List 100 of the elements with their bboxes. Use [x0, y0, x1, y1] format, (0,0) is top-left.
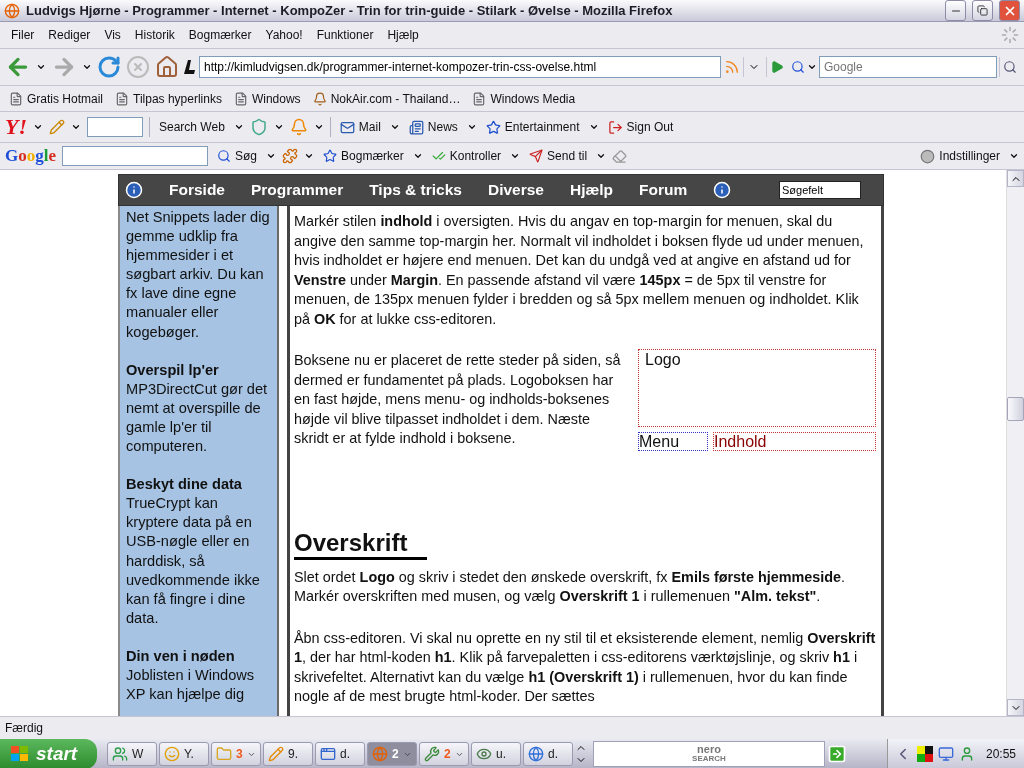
- dropdown-caret-icon[interactable]: [1009, 151, 1019, 161]
- paragraph: Markér stilen indhold i oversigten. Hvis du angav en top-margin for menuen, skal du angive den samme top-margin her. Normalt vil indholdet i boksen flyde ud under menuen, hvis indholdet er højere end menuen. Det kan du undgå ved at angive en afstand ud for Venstre under Margin. En passende afstand vil være 145px = de 5px til venstre for menuen, de 135px menuen fylder i bredden og så 5px mellem menuen og indholdet. Klik på OK for at lukke css-editoren.: [294, 212, 865, 329]
- home-icon[interactable]: [155, 55, 179, 79]
- dropdown-caret-icon[interactable]: [304, 151, 315, 161]
- nav-link[interactable]: Programmer: [251, 181, 344, 199]
- news-icon: [408, 119, 424, 135]
- toolbar-logo[interactable]: Y!: [5, 114, 27, 140]
- network-icon[interactable]: [937, 746, 954, 762]
- search-bar-logo: nero SEARCH: [593, 741, 825, 767]
- toolbar-search-field[interactable]: [62, 146, 208, 166]
- menu-item[interactable]: Vis: [98, 26, 127, 44]
- search-engine-icon[interactable]: [791, 60, 805, 74]
- toolbar-button[interactable]: News: [405, 119, 461, 135]
- firefox-icon: [372, 746, 388, 762]
- reload-icon[interactable]: [97, 55, 121, 79]
- nav-link[interactable]: Tips & tricks: [369, 181, 462, 199]
- toolbar-button[interactable]: Søg: [214, 149, 261, 163]
- dropdown-caret-icon[interactable]: [33, 122, 43, 132]
- menu-item[interactable]: Yahoo!: [259, 26, 309, 44]
- dropdown-caret-icon[interactable]: [273, 122, 284, 132]
- play-icon: [769, 60, 784, 74]
- toolbar-search-field[interactable]: [87, 117, 143, 137]
- menu-box: Menu: [638, 432, 708, 451]
- dropdown-caret-icon[interactable]: [412, 151, 423, 161]
- bell-icon: [312, 91, 327, 106]
- site-search-field[interactable]: Søgefelt: [779, 181, 861, 199]
- dropdown-caret-icon[interactable]: [466, 122, 477, 132]
- menu-item[interactable]: Historik: [128, 26, 181, 44]
- bookmark-item[interactable]: NokAir.com - Thailand…: [308, 91, 465, 106]
- status-text: Færdig: [5, 721, 43, 735]
- taskbar-button[interactable]: Y.: [159, 742, 209, 766]
- taskbar-button[interactable]: d.: [315, 742, 365, 766]
- pencil-icon: [268, 746, 284, 762]
- toolbar-button[interactable]: Kontroller: [428, 149, 505, 163]
- dropdown-caret-icon[interactable]: [510, 151, 521, 161]
- address-field[interactable]: http://kimludvigsen.dk/programmer-internet-kompozer-trin-css-ovelse.html: [199, 56, 721, 78]
- dropdown-caret-icon[interactable]: [588, 122, 599, 132]
- eraser-icon[interactable]: [612, 148, 628, 164]
- puzzle-icon[interactable]: [282, 148, 299, 164]
- dropdown-caret-icon[interactable]: [807, 62, 817, 72]
- taskbar-button[interactable]: W: [107, 742, 157, 766]
- taskbar-button[interactable]: d.: [523, 742, 573, 766]
- dropdown-caret-icon[interactable]: [313, 122, 324, 132]
- bookmark-item[interactable]: Gratis Hotmail: [5, 91, 107, 106]
- dropdown-caret-icon[interactable]: [596, 151, 607, 161]
- pencil-icon[interactable]: [49, 119, 65, 135]
- clock: 20:55: [985, 747, 1016, 761]
- restore-button[interactable]: [972, 0, 993, 21]
- menu-item[interactable]: Funktioner: [310, 26, 380, 44]
- window-icon: [320, 746, 336, 762]
- toolbar-button[interactable]: Send til: [526, 149, 591, 163]
- sidebar-heading: Overspil lp'er: [126, 360, 220, 380]
- bookmark-item[interactable]: Windows: [229, 91, 305, 106]
- shield-icon[interactable]: [249, 118, 268, 136]
- scroll-thumb[interactable]: [1007, 397, 1024, 421]
- toolbar-button[interactable]: Mail: [336, 119, 384, 135]
- taskbar-button[interactable]: u.: [471, 742, 521, 766]
- settings-button[interactable]: Indstillinger: [917, 148, 1003, 164]
- dropdown-caret-icon[interactable]: [36, 62, 46, 72]
- colored-squares-icon[interactable]: [916, 746, 933, 762]
- nav-link[interactable]: Hjælp: [569, 181, 613, 199]
- go-icon[interactable]: [827, 744, 847, 764]
- scroll-down-button[interactable]: [1007, 699, 1024, 716]
- alert-icon[interactable]: [289, 118, 308, 136]
- bookmark-item[interactable]: Tilpas hyperlinks: [111, 91, 226, 106]
- dropdown-caret-icon[interactable]: [71, 122, 81, 132]
- sidebar-text: Joblisten i Windows XP kan hjælpe dig: [126, 665, 256, 705]
- smiley-icon: [164, 746, 180, 762]
- nav-link[interactable]: Diverse: [487, 181, 544, 199]
- dropdown-caret-icon[interactable]: [233, 122, 244, 132]
- menu-item[interactable]: Bogmærker: [182, 26, 258, 44]
- sidebar-text: Net Snippets lader dig gemme udklip fra hjemmesider i et søgbart arkiv. Du kan fx lave dine egne manualer eller kogebøger.: [126, 208, 271, 342]
- mail-icon: [339, 119, 355, 135]
- search-field[interactable]: Google: [819, 56, 997, 78]
- menu-item[interactable]: Hjælp: [381, 26, 425, 44]
- page-icon: [472, 91, 487, 106]
- close-button[interactable]: [999, 0, 1020, 21]
- paragraph: Slet ordet Logo og skriv i stedet den ønskede overskrift, fx Emils første hjemmeside. Markér overskriften med musen, og vælg Overskrift 1 i rullemenuen "Alm. tekst".: [294, 567, 847, 606]
- menu-item[interactable]: Filer: [5, 26, 41, 44]
- menu-item[interactable]: Rediger: [42, 26, 97, 44]
- scroll-up-button[interactable]: [1007, 170, 1024, 187]
- taskbar-button[interactable]: 9.: [263, 742, 313, 766]
- send-icon: [529, 149, 544, 163]
- info-icon[interactable]: [713, 181, 732, 199]
- nav-link[interactable]: Forum: [639, 181, 688, 199]
- nav-link[interactable]: Forside: [169, 181, 225, 199]
- toolbar-button[interactable]: Entertainment: [482, 119, 583, 135]
- logo-box: Logo: [638, 349, 876, 427]
- toolbar-button[interactable]: Bogmærker: [320, 149, 407, 163]
- bookmark-item[interactable]: Windows Media: [468, 91, 580, 106]
- toolbar-button[interactable]: Sign Out: [604, 119, 677, 135]
- minimize-button[interactable]: [945, 0, 966, 21]
- sidebar-text: MP3DirectCut gør det nemt at overspille de gamle lp'er til computeren.: [126, 379, 269, 457]
- dropdown-caret-icon[interactable]: [389, 122, 400, 132]
- toolbar-button[interactable]: Search Web: [156, 120, 228, 134]
- page-icon: [233, 91, 248, 106]
- toolbar-logo[interactable]: Google: [5, 146, 56, 166]
- dropdown-caret-icon[interactable]: [266, 151, 277, 161]
- check-icon: [431, 149, 446, 163]
- dropdown-caret-icon[interactable]: [82, 62, 92, 72]
